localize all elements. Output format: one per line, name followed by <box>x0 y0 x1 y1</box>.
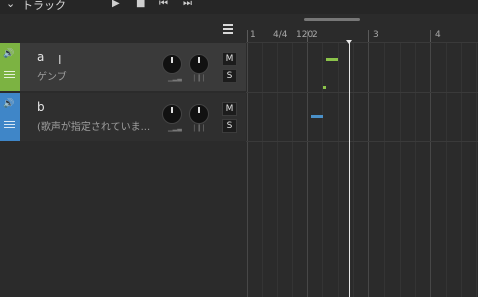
ruler-tick <box>247 30 248 42</box>
ruler-label: 4 <box>435 30 441 40</box>
grid-line <box>322 43 323 297</box>
grid-line <box>247 43 248 297</box>
playhead-marker-icon[interactable] <box>346 40 352 44</box>
mute-button[interactable]: M <box>222 52 237 66</box>
forward-icon[interactable]: ⏭ <box>183 0 192 9</box>
grid-line <box>338 43 339 297</box>
ruler-label: 3 <box>373 30 379 40</box>
grid-line <box>292 43 293 297</box>
volume-scale-icon: ▁▂▃ <box>168 125 182 132</box>
grid-line <box>384 43 385 297</box>
playhead[interactable] <box>349 41 350 297</box>
grid-line <box>262 43 263 297</box>
pan-scale-icon: ▏▎▏ <box>194 75 208 82</box>
row-divider <box>246 141 478 142</box>
track-color-strip: 🔊 <box>0 43 20 91</box>
rewind-icon[interactable]: ⏮ <box>159 0 168 9</box>
row-divider <box>246 92 478 93</box>
track-panel-header <box>0 0 478 14</box>
solo-button[interactable]: S <box>222 69 237 83</box>
grid-line <box>277 43 278 297</box>
mute-button[interactable]: M <box>222 102 237 116</box>
grid-line <box>368 43 369 297</box>
menu-icon[interactable] <box>223 24 233 34</box>
drag-handle-icon[interactable] <box>4 121 15 130</box>
grid-line <box>307 43 308 297</box>
track-name[interactable]: b <box>37 100 45 114</box>
volume-knob[interactable] <box>162 104 182 124</box>
track-singer: (歌声が指定されていま... <box>37 122 151 133</box>
pan-scale-icon: ▏▎▏ <box>194 125 208 132</box>
singer-icon: 🔊 <box>3 99 15 109</box>
track-row[interactable]: 🔊 b (歌声が指定されていま... ▁▂▃ ▏▎▏ M S <box>0 93 246 141</box>
singer-icon: 🔊 <box>3 49 15 59</box>
stop-icon[interactable]: ■ <box>136 0 145 9</box>
track-singer: ゲンブ <box>37 72 67 83</box>
ruler-tick <box>368 30 369 42</box>
grid-line <box>353 43 354 297</box>
volume-scale-icon: ▁▂▃ <box>168 75 182 82</box>
ruler-label: 120 <box>296 30 314 40</box>
grid-line <box>446 43 447 297</box>
play-icon[interactable]: ▶ <box>112 0 120 9</box>
grid-line <box>476 43 477 297</box>
solo-button[interactable]: S <box>222 119 237 133</box>
note-block[interactable] <box>311 115 323 118</box>
track-name[interactable]: a <box>37 50 44 64</box>
pan-knob[interactable] <box>189 104 209 124</box>
ruler-tick <box>430 30 431 42</box>
grid-line <box>415 43 416 297</box>
pan-knob[interactable] <box>189 54 209 74</box>
timeline-area[interactable] <box>246 28 478 297</box>
volume-knob[interactable] <box>162 54 182 74</box>
ruler-label: 4/4 <box>273 30 288 40</box>
ruler-tick <box>307 30 308 42</box>
track-color-strip: 🔊 <box>0 93 20 141</box>
track-row[interactable]: 🔊 a ゲンブ ▁▂▃ ▏▎▏ M S <box>0 43 246 91</box>
grid-line <box>430 43 431 297</box>
grid-line <box>400 43 401 297</box>
note-block[interactable] <box>323 86 326 89</box>
drag-handle-icon[interactable] <box>4 71 15 80</box>
scrollbar-handle[interactable] <box>304 18 360 21</box>
ruler-label: 1 <box>250 30 256 40</box>
chevron-down-icon[interactable]: ⌄ <box>6 0 15 10</box>
note-block[interactable] <box>326 58 338 61</box>
panel-title: トラック <box>22 0 66 12</box>
text-cursor-icon: I <box>58 53 62 67</box>
ruler-label: 2 <box>312 30 318 40</box>
ruler-divider <box>246 42 478 43</box>
grid-line <box>461 43 462 297</box>
